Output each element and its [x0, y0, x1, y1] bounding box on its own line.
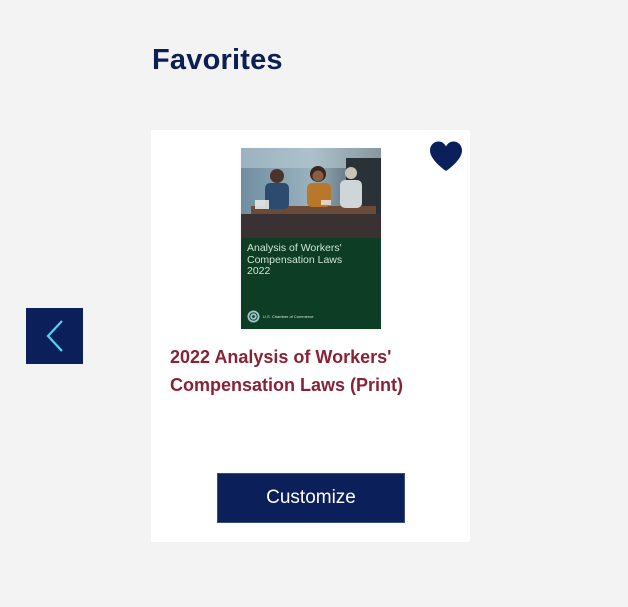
heart-icon: [428, 141, 464, 176]
cover-title: Analysis of Workers' Compensation Laws 2…: [247, 242, 343, 277]
chevron-left-icon: [45, 319, 65, 353]
publisher-name: U.S. Chamber of Commerce: [263, 314, 314, 319]
product-cover-image[interactable]: Analysis of Workers' Compensation Laws 2…: [241, 148, 381, 329]
carousel-prev-button[interactable]: [26, 308, 83, 364]
publisher-logo: U.S. Chamber of Commerce: [247, 310, 313, 323]
product-title-link[interactable]: 2022 Analysis of Workers' Compensation L…: [170, 343, 455, 399]
favorite-button[interactable]: [426, 140, 466, 176]
section-title: Favorites: [152, 44, 283, 76]
cover-photo: [241, 148, 381, 238]
chamber-seal-icon: [247, 310, 260, 323]
product-card: Analysis of Workers' Compensation Laws 2…: [151, 130, 470, 542]
customize-button[interactable]: Customize: [217, 473, 405, 523]
favorites-page: Favorites Analysis of Workers' Compensat…: [0, 0, 628, 607]
